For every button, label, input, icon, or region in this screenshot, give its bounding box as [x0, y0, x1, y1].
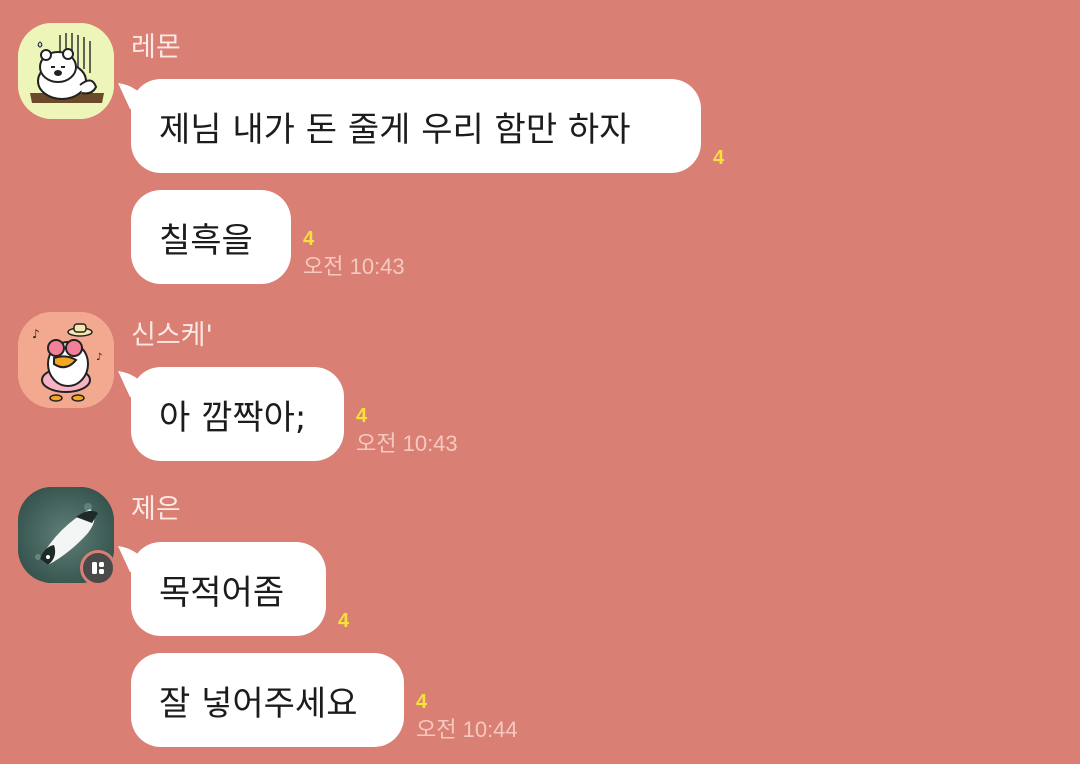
message-text: 아 깜짝아;	[159, 397, 307, 438]
device-badge-icon	[80, 550, 116, 586]
message-text: 제님 내가 돈 줄게 우리 함만 하자	[159, 109, 631, 150]
message-row: 잘 넣어주세요 4 오전 10:44	[131, 653, 518, 747]
message-bubble[interactable]: 목적어좀	[118, 542, 326, 636]
message-text: 잘 넣어주세요	[159, 683, 358, 724]
bear-sticker-icon	[18, 23, 114, 119]
bubble-tail	[118, 83, 148, 109]
unread-count: 4	[303, 228, 315, 250]
message-row: 칠흑을 4 오전 10:43	[131, 190, 405, 284]
message-text: 목적어좀	[159, 572, 285, 613]
bubble-tail	[118, 371, 148, 397]
message-meta: 4 오전 10:43	[356, 403, 458, 459]
message-bubble[interactable]: 아 깜짝아;	[118, 367, 344, 461]
message-text: 칠흑을	[159, 220, 253, 261]
message-time: 오전 10:43	[356, 431, 458, 456]
duck-sticker-icon: ♪ ♪	[18, 312, 114, 408]
sender-name: 레몬	[131, 32, 181, 63]
message-time: 오전 10:43	[303, 254, 405, 279]
message-meta: 4 오전 10:43	[303, 226, 405, 282]
message-meta: 4	[713, 145, 724, 171]
unread-count: 4	[356, 405, 368, 427]
svg-text:♪: ♪	[96, 352, 102, 363]
message-row: 아 깜짝아; 4 오전 10:43	[118, 367, 458, 461]
avatar-lemon[interactable]	[18, 23, 114, 119]
unread-count: 4	[416, 691, 428, 713]
message-row: 제님 내가 돈 줄게 우리 함만 하자 4	[118, 79, 724, 173]
unread-count: 4	[713, 147, 725, 169]
bubble-tail	[118, 546, 148, 572]
message-bubble[interactable]: 칠흑을	[131, 190, 291, 284]
sender-name: 제은	[131, 494, 181, 525]
message-meta: 4	[338, 608, 349, 634]
message-time: 오전 10:44	[416, 717, 518, 742]
message-meta: 4 오전 10:44	[416, 689, 518, 745]
unread-count: 4	[338, 610, 350, 632]
message-bubble[interactable]: 제님 내가 돈 줄게 우리 함만 하자	[118, 79, 701, 173]
message-row: 목적어좀 4	[118, 542, 349, 636]
svg-text:♪: ♪	[32, 327, 40, 341]
avatar-shinsuke[interactable]: ♪ ♪	[18, 312, 114, 408]
sender-name: 신스케'	[131, 320, 213, 351]
message-bubble[interactable]: 잘 넣어주세요	[131, 653, 404, 747]
